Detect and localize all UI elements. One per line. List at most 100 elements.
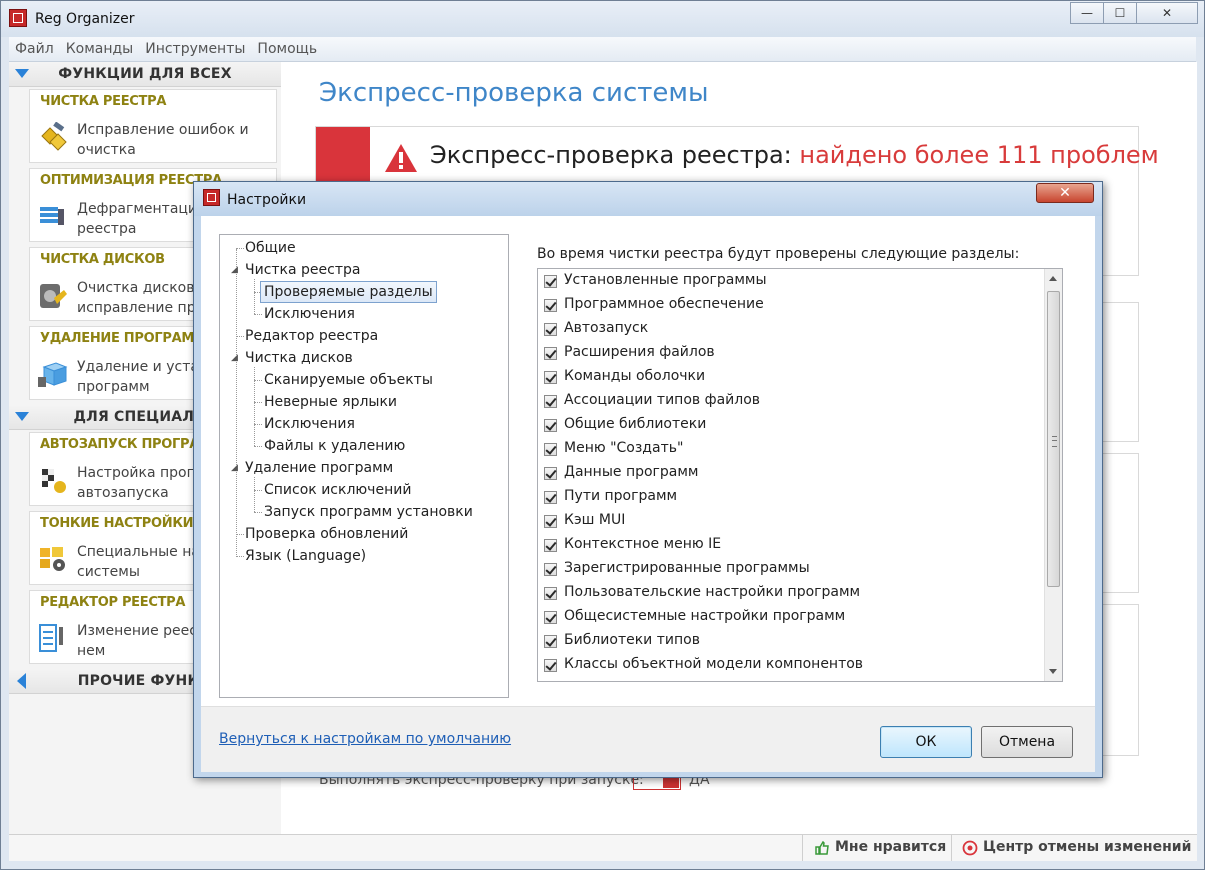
- tree-item-registry-editor[interactable]: Редактор реестра: [245, 326, 378, 346]
- uninstall-icon: [38, 362, 68, 387]
- tree-line: [254, 367, 255, 446]
- tree-item-language[interactable]: Язык (Language): [245, 546, 366, 566]
- disk-cleanup-icon: [40, 284, 67, 308]
- tree-line: [236, 534, 244, 535]
- checkbox-checked[interactable]: [544, 299, 557, 312]
- scroll-up-arrow-icon[interactable]: [1049, 276, 1057, 281]
- checkbox-checked[interactable]: [544, 587, 557, 600]
- menu-bar: Файл Команды Инструменты Помощь: [9, 37, 1196, 62]
- page-title: Экспресс-проверка системы: [319, 78, 709, 108]
- tree-expander-icon[interactable]: ◢: [231, 463, 238, 473]
- like-button[interactable]: Мне нравится: [835, 839, 946, 855]
- checkbox-checked[interactable]: [544, 467, 557, 480]
- menu-help[interactable]: Помощь: [251, 37, 323, 61]
- problems-found-text: найдено более 111 проблем: [799, 141, 1159, 169]
- tree-expander-icon[interactable]: ◢: [231, 353, 238, 363]
- tree-item-update-check[interactable]: Проверка обновлений: [245, 524, 408, 544]
- section-checkbox-row[interactable]: Пути программ: [544, 486, 1039, 510]
- tree-line: [254, 512, 262, 513]
- checkbox-checked[interactable]: [544, 371, 557, 384]
- tree-item-installer-launch[interactable]: Запуск программ установки: [264, 502, 473, 522]
- scroll-down-arrow-icon[interactable]: [1049, 669, 1057, 674]
- tree-item-checked-sections[interactable]: Проверяемые разделы: [260, 281, 437, 303]
- close-button[interactable]: ✕: [1136, 2, 1198, 24]
- app-title: Reg Organizer: [35, 11, 135, 27]
- tree-item-exclusion-list[interactable]: Список исключений: [264, 480, 411, 500]
- app-logo-icon: [203, 189, 220, 206]
- tree-item-invalid-shortcuts[interactable]: Неверные ярлыки: [264, 392, 397, 412]
- ok-button[interactable]: ОК: [880, 726, 972, 758]
- section-checkbox-row[interactable]: Ассоциации типов файлов: [544, 390, 1039, 414]
- dialog-title: Настройки: [227, 192, 307, 208]
- checkbox-checked[interactable]: [544, 395, 557, 408]
- tree-item-registry-clean[interactable]: Чистка реестра: [245, 260, 360, 280]
- status-bar: Мне нравится Центр отмены изменений: [9, 834, 1197, 861]
- tree-expander-icon[interactable]: ◢: [231, 265, 238, 275]
- menu-tools[interactable]: Инструменты: [139, 37, 251, 61]
- section-checkbox-row[interactable]: Меню "Создать": [544, 438, 1039, 462]
- section-checkbox-row[interactable]: Общие библиотеки: [544, 414, 1039, 438]
- maximize-button[interactable]: ☐: [1103, 2, 1137, 24]
- section-checkbox-row[interactable]: Кэш MUI: [544, 510, 1039, 534]
- tree-item-registry-exclusions[interactable]: Исключения: [264, 304, 355, 324]
- menu-file[interactable]: Файл: [9, 37, 60, 61]
- thumbs-up-icon: [815, 841, 829, 855]
- checkbox-checked[interactable]: [544, 635, 557, 648]
- warning-icon: [385, 144, 417, 172]
- autorun-icon: [42, 469, 66, 493]
- section-checkbox-row[interactable]: Данные программ: [544, 462, 1039, 486]
- express-check-heading: Экспресс-проверка реестра: найдено более…: [430, 141, 1159, 169]
- tree-item-disk-exclusions[interactable]: Исключения: [264, 414, 355, 434]
- section-checkbox-row[interactable]: Библиотеки типов: [544, 630, 1039, 654]
- app-logo-icon: [9, 9, 27, 27]
- tree-item-files-to-delete[interactable]: Файлы к удалению: [264, 436, 405, 456]
- minimize-button[interactable]: —: [1070, 2, 1104, 24]
- tree-item-general[interactable]: Общие: [245, 238, 296, 258]
- section-checkbox-row[interactable]: Зарегистрированные программы: [544, 558, 1039, 582]
- checklist-scrollbar[interactable]: [1044, 269, 1062, 681]
- section-checkbox-row[interactable]: Пользовательские настройки программ: [544, 582, 1039, 606]
- checkbox-checked[interactable]: [544, 491, 557, 504]
- reset-defaults-link[interactable]: Вернуться к настройкам по умолчанию: [219, 731, 511, 747]
- status-divider: [802, 835, 803, 861]
- tree-item-uninstall[interactable]: Удаление программ: [245, 458, 393, 478]
- tweaks-icon: [40, 547, 65, 571]
- checkbox-checked[interactable]: [544, 563, 557, 576]
- tree-item-scanned-objects[interactable]: Сканируемые объекты: [264, 370, 433, 390]
- checkbox-checked[interactable]: [544, 443, 557, 456]
- section-checkbox-row[interactable]: Расширения файлов: [544, 342, 1039, 366]
- tree-line: [254, 490, 262, 491]
- checkbox-checked[interactable]: [544, 347, 557, 360]
- checkbox-checked[interactable]: [544, 323, 557, 336]
- dialog-body: ◢ ◢ ◢ Общие Чистка реестра Проверяемые р…: [201, 216, 1095, 706]
- checkbox-checked[interactable]: [544, 539, 557, 552]
- tree-item-disk-clean[interactable]: Чистка дисков: [245, 348, 353, 368]
- tree-line: [254, 380, 262, 381]
- tree-line: [254, 314, 262, 315]
- checkbox-checked[interactable]: [544, 419, 557, 432]
- title-bar: Reg Organizer — ☐ ✕: [1, 1, 1204, 37]
- section-checkbox-row[interactable]: Команды оболочки: [544, 366, 1039, 390]
- tree-line: [254, 424, 262, 425]
- menu-commands[interactable]: Команды: [60, 37, 140, 61]
- defrag-icon: [40, 207, 64, 225]
- section-checkbox-row[interactable]: Контекстное меню IE: [544, 534, 1039, 558]
- undo-center-button[interactable]: Центр отмены изменений: [983, 839, 1191, 855]
- checkbox-checked[interactable]: [544, 611, 557, 624]
- section-checkbox-row[interactable]: Общесистемные настройки программ: [544, 606, 1039, 630]
- scroll-thumb[interactable]: [1047, 291, 1060, 587]
- section-checkbox-row[interactable]: Установленные программы: [544, 270, 1039, 294]
- dialog-close-button[interactable]: ✕: [1036, 183, 1094, 203]
- sidebar-card-registry-clean[interactable]: ЧИСТКА РЕЕСТРА Исправление ошибок и очис…: [29, 89, 277, 163]
- sidebar-section-all[interactable]: ФУНКЦИИ ДЛЯ ВСЕХ: [9, 62, 281, 87]
- checkbox-checked[interactable]: [544, 515, 557, 528]
- section-checkbox-row[interactable]: Автозапуск: [544, 318, 1039, 342]
- tree-line: [254, 446, 262, 447]
- checkbox-checked[interactable]: [544, 659, 557, 672]
- tree-line: [236, 249, 237, 557]
- checkbox-checked[interactable]: [544, 275, 557, 288]
- cancel-button[interactable]: Отмена: [981, 726, 1073, 758]
- settings-tree: ◢ ◢ ◢ Общие Чистка реестра Проверяемые р…: [219, 234, 509, 698]
- section-checkbox-row[interactable]: Программное обеспечение: [544, 294, 1039, 318]
- section-checkbox-row[interactable]: Классы объектной модели компонентов: [544, 654, 1039, 678]
